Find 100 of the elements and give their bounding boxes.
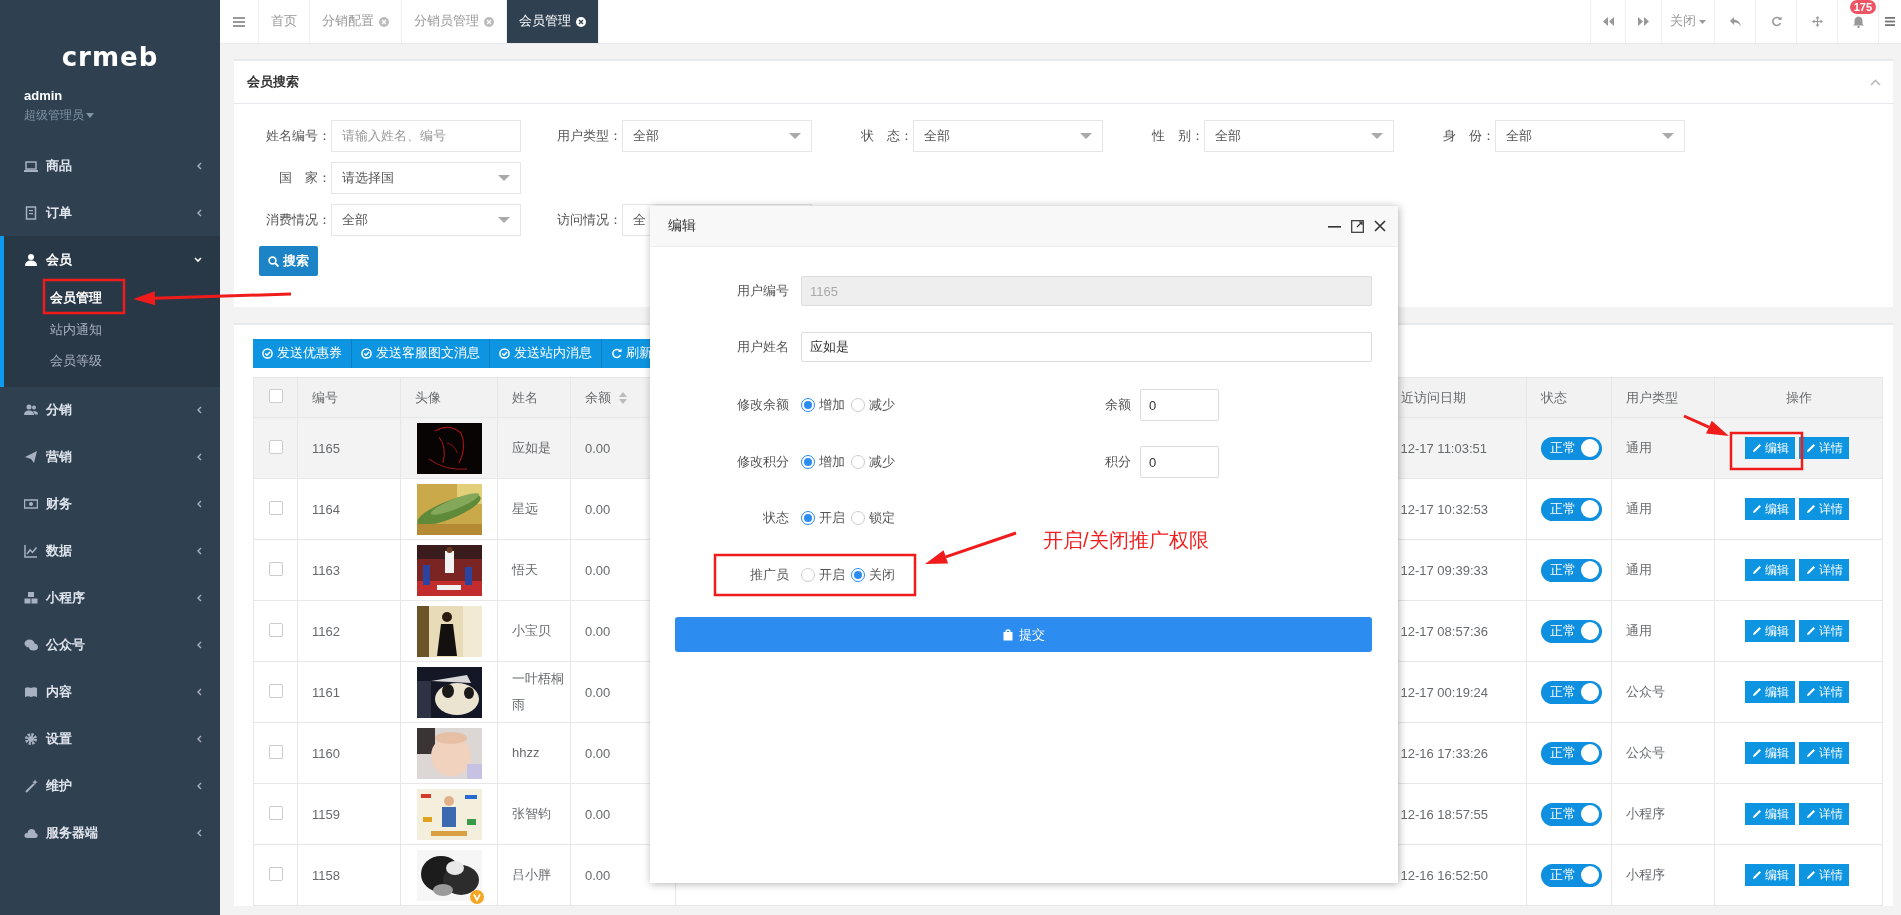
submenu-item[interactable]: 站内通知 (50, 319, 102, 341)
input-field[interactable]: 请输入姓名、编号 (331, 120, 521, 152)
menu-item[interactable]: 小程序 (0, 574, 220, 622)
checkbox[interactable] (268, 622, 283, 637)
input-field[interactable]: 应如是 (801, 332, 1372, 362)
paper-plane-icon (24, 450, 38, 464)
details-button[interactable]: 详情 (1799, 620, 1849, 642)
select-field[interactable]: 请选择国 (331, 162, 521, 194)
menu-item[interactable]: 内容 (0, 668, 220, 716)
user-icon (24, 252, 38, 267)
menu-item[interactable]: 维护 (0, 762, 220, 810)
submit-button[interactable]: 提交 (675, 617, 1372, 652)
details-button[interactable]: 详情 (1799, 437, 1849, 459)
radio-label: 增加 (819, 453, 845, 471)
menu-item[interactable]: 服务器端 (0, 809, 220, 857)
input-field[interactable]: 0 (1140, 446, 1219, 478)
toolbar-button[interactable]: 发送站内消息 (490, 339, 602, 368)
tab[interactable]: 分销配置 (310, 0, 402, 43)
edit-button[interactable]: 编辑 (1745, 620, 1795, 642)
status-toggle[interactable]: 正常 (1541, 497, 1602, 521)
edit-button[interactable]: 编辑 (1745, 498, 1795, 520)
chevron-left-icon (196, 161, 202, 170)
details-button[interactable]: 详情 (1799, 498, 1849, 520)
wand-icon (24, 779, 38, 793)
toolbar-button[interactable]: 发送优惠券 (253, 339, 352, 368)
select-field[interactable]: 全部 (622, 120, 812, 152)
status-toggle[interactable]: 正常 (1541, 680, 1602, 704)
menu-item[interactable]: 会员 (4, 236, 220, 283)
radio-button[interactable] (851, 398, 865, 412)
select-field[interactable]: 全部 (331, 204, 521, 236)
radio-button[interactable] (801, 511, 815, 525)
radio-button[interactable] (851, 511, 865, 525)
details-button[interactable]: 详情 (1799, 742, 1849, 764)
menu-item[interactable]: 订单 (0, 189, 220, 236)
details-button[interactable]: 详情 (1799, 681, 1849, 703)
chevron-left-icon (196, 500, 202, 508)
search-button[interactable]: 搜索 (259, 246, 318, 276)
toolbar-button[interactable]: 发送客服图文消息 (352, 339, 490, 368)
menu-item[interactable]: 营销 (0, 433, 220, 481)
edit-button[interactable]: 编辑 (1745, 559, 1795, 581)
radio-button[interactable] (801, 398, 815, 412)
select-field[interactable]: 全部 (1495, 120, 1685, 152)
menu-icon (233, 16, 245, 27)
checkbox[interactable] (268, 744, 283, 759)
field-label: 修改积分 (736, 453, 789, 471)
user-role-dropdown[interactable]: 超级管理员 (24, 107, 94, 124)
sort-icon[interactable] (619, 392, 627, 405)
radio-button[interactable] (801, 455, 815, 469)
checkbox[interactable] (268, 561, 283, 576)
menu-item[interactable]: 财务 (0, 480, 220, 528)
radio-button[interactable] (851, 455, 865, 469)
close-dropdown[interactable]: 关闭 (1661, 0, 1714, 43)
table-cell: 0.00 (585, 806, 611, 822)
details-button[interactable]: 详情 (1799, 803, 1849, 825)
status-toggle[interactable]: 正常 (1541, 436, 1602, 460)
collapse-icon[interactable] (1870, 78, 1881, 86)
status-toggle[interactable]: 正常 (1541, 619, 1602, 643)
edit-button[interactable]: 编辑 (1745, 437, 1795, 459)
radio-button[interactable] (801, 568, 815, 582)
input-field[interactable]: 0 (1140, 389, 1219, 421)
radio-label: 减少 (869, 396, 895, 414)
submenu-item[interactable]: 会员等级 (50, 351, 102, 373)
notifications-button[interactable]: 175 (1837, 0, 1878, 43)
radio-button[interactable] (851, 568, 865, 582)
bag-icon (1002, 628, 1013, 641)
table-cell: 小程序 (1626, 867, 1665, 882)
checkbox[interactable] (268, 439, 283, 454)
annotation-text: 开启/关闭推广权限 (1043, 528, 1209, 553)
status-toggle[interactable]: 正常 (1541, 741, 1602, 765)
edit-button[interactable]: 编辑 (1745, 742, 1795, 764)
tab[interactable]: 会员管理 (507, 0, 599, 43)
checkbox[interactable] (268, 683, 283, 698)
menu-item[interactable]: 设置 (0, 715, 220, 763)
menu-item[interactable]: 数据 (0, 527, 220, 575)
select-field[interactable]: 全部 (1204, 120, 1394, 152)
menu-item[interactable]: 公众号 (0, 621, 220, 669)
details-button[interactable]: 详情 (1799, 559, 1849, 581)
column-header: 编号 (312, 389, 338, 405)
status-toggle[interactable]: 正常 (1541, 802, 1602, 826)
edit-button[interactable]: 编辑 (1745, 803, 1795, 825)
tab[interactable]: 首页 (259, 0, 310, 43)
pencil-icon (1805, 626, 1816, 636)
status-toggle[interactable]: 正常 (1541, 863, 1602, 887)
menu-item[interactable]: 商品 (0, 142, 220, 189)
select-field[interactable]: 全部 (913, 120, 1103, 152)
submenu-item[interactable]: 会员管理 (50, 288, 102, 310)
checkbox[interactable] (268, 805, 283, 820)
table-cell: 1164 (312, 501, 340, 517)
pencil-icon (1805, 565, 1816, 575)
checkbox[interactable] (268, 500, 283, 515)
close-icon[interactable] (1374, 220, 1386, 232)
edit-button[interactable]: 编辑 (1745, 864, 1795, 886)
checkbox[interactable] (268, 866, 283, 881)
menu-item[interactable]: 分销 (0, 386, 220, 434)
maximize-icon[interactable] (1351, 219, 1364, 233)
radio-label: 开启 (819, 509, 845, 527)
checkbox[interactable] (268, 389, 283, 403)
edit-button[interactable]: 编辑 (1745, 681, 1795, 703)
status-toggle[interactable]: 正常 (1541, 558, 1602, 582)
details-button[interactable]: 详情 (1799, 864, 1849, 886)
